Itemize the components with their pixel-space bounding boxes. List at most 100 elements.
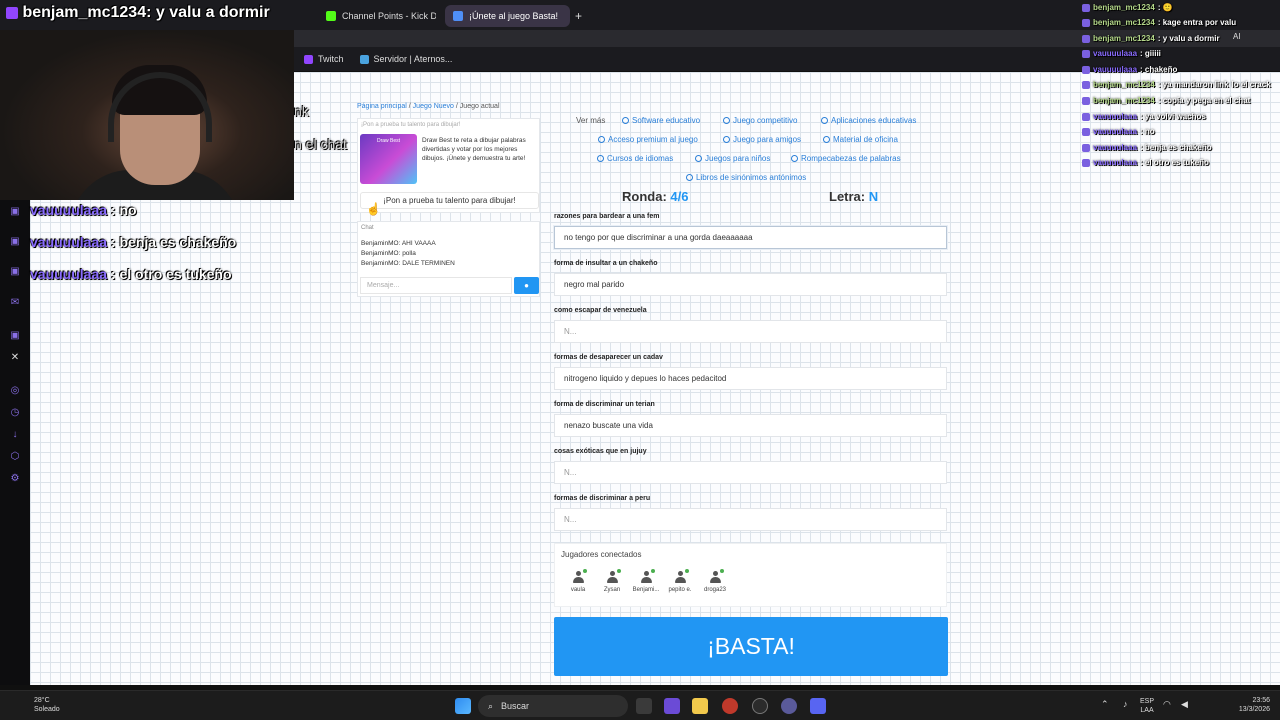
answer-input[interactable]: N... xyxy=(554,461,947,484)
chat-username: benjam_mc1234 xyxy=(1093,34,1155,43)
chat-text: polla xyxy=(402,250,416,257)
file-explorer-icon[interactable] xyxy=(692,698,708,714)
bookmark-label: Twitch xyxy=(318,54,344,64)
answer-input[interactable]: negro mal parido xyxy=(554,273,947,296)
weather-widget[interactable]: 28°C Soleado xyxy=(34,696,60,714)
twitch-icon[interactable]: ▣ xyxy=(9,330,21,342)
twitch-icon xyxy=(1082,3,1090,12)
partial-overlay-text: n el chat xyxy=(294,136,347,152)
settings-icon[interactable]: ⚙ xyxy=(9,473,21,485)
steam-icon[interactable] xyxy=(752,698,768,714)
letter-value: N xyxy=(868,189,879,204)
opera-icon[interactable] xyxy=(722,698,738,714)
link-item[interactable]: Aplicaciones educativas xyxy=(821,116,916,125)
chat-message-row: BenjaminMO: AHI VAAAA xyxy=(361,239,455,249)
mail-icon[interactable]: ✉ xyxy=(9,297,21,309)
x-icon[interactable]: ✕ xyxy=(9,352,21,364)
tab-basta-game[interactable]: ¡Únete al juego Basta! xyxy=(445,5,570,27)
letter-label: Letra: xyxy=(829,189,866,204)
answer-input[interactable]: nitrogeno liquido y depues lo haces peda… xyxy=(554,367,947,390)
chat-message: : el otro es tukeño xyxy=(1140,158,1209,167)
player-item: Benjami... xyxy=(631,569,661,593)
bookmark-aternos[interactable]: Servidor | Aternos... xyxy=(359,54,452,64)
player-name: Benjami... xyxy=(632,587,660,593)
volume-icon[interactable]: ◀ xyxy=(1181,700,1188,709)
twitch-icon xyxy=(1082,49,1090,58)
basta-button[interactable]: ¡BASTA! xyxy=(554,617,948,676)
chat-message: el otro es tukeño xyxy=(119,266,232,282)
link-item[interactable]: Juegos para niños xyxy=(695,154,770,163)
chat-message: : 🙂 xyxy=(1157,3,1173,12)
breadcrumb-home[interactable]: Página principal xyxy=(357,103,407,110)
user-icon xyxy=(674,569,689,583)
language-indicator[interactable]: ESP LAA xyxy=(1140,697,1154,715)
field-label: formas de desaparecer un cadav xyxy=(554,354,663,361)
chat-username: benjam_mc1234 xyxy=(1093,80,1155,89)
extension-icon[interactable]: ⬡ xyxy=(9,451,21,463)
user-icon xyxy=(709,569,724,583)
chat-username: vauuuulaaa xyxy=(30,234,108,250)
player-item: vaula xyxy=(563,569,593,593)
chat-message-row: BenjaminMO: DALE TERMINEN xyxy=(361,259,455,269)
chat-message: : ya volvi wachos xyxy=(1140,112,1206,121)
circle-icon[interactable]: ◎ xyxy=(9,385,21,397)
chat-sep: : xyxy=(107,234,120,250)
ad-image[interactable]: Draw Best xyxy=(360,134,417,184)
bookmark-twitch[interactable]: Twitch xyxy=(304,54,344,64)
players-panel: Jugadores conectados vaula Zysan Benjami… xyxy=(554,543,947,607)
screen: Channel Points - Kick Das ¡Únete al jueg… xyxy=(0,0,1280,720)
link-item[interactable]: Juego competitivo xyxy=(723,116,797,125)
twitch-icon xyxy=(1082,18,1090,27)
answer-input[interactable]: no tengo por que discriminar a una gorda… xyxy=(554,226,947,249)
answer-input[interactable]: N... xyxy=(554,508,947,531)
breadcrumb-current: Juego actual xyxy=(459,103,500,110)
new-tab-button[interactable]: + xyxy=(572,5,588,27)
download-icon[interactable]: ↓ xyxy=(9,429,21,441)
chat-username: vauuuulaaa xyxy=(1093,49,1138,58)
twitch-icon[interactable]: ▣ xyxy=(9,236,21,248)
twitch-icon xyxy=(1082,80,1090,89)
breadcrumb-new-game[interactable]: Juego Nuevo xyxy=(413,103,454,110)
app-icon[interactable] xyxy=(781,698,797,714)
twitch-icon xyxy=(1082,112,1090,121)
link-item[interactable]: Acceso premium al juego xyxy=(598,135,698,144)
link-item[interactable]: Libros de sinónimos antónimos xyxy=(686,173,806,182)
link-item[interactable]: Software educativo xyxy=(622,116,700,125)
chat-message-input[interactable]: Mensaje... xyxy=(360,277,512,294)
link-item[interactable]: Rompecabezas de palabras xyxy=(791,154,901,163)
answer-input[interactable]: nenazo buscate una vida xyxy=(554,414,947,437)
side-chat-line: benjam_mc1234: 🙂 xyxy=(1082,3,1173,12)
clock[interactable]: 23:56 13/3/2026 xyxy=(1228,696,1270,714)
discord-icon[interactable] xyxy=(810,698,826,714)
link-item[interactable]: Material de oficina xyxy=(823,135,898,144)
chat-username: benjam_mc1234 xyxy=(1093,96,1155,105)
see-more-label: Ver más xyxy=(576,116,606,125)
ai-button[interactable]: AI xyxy=(1233,32,1241,41)
wifi-icon[interactable]: ◠ xyxy=(1163,700,1171,709)
chat-sep: : xyxy=(107,266,120,282)
answer-input[interactable]: N... xyxy=(554,320,947,343)
kick-icon xyxy=(326,11,336,21)
chat-send-button[interactable]: ● xyxy=(514,277,539,294)
start-icon[interactable] xyxy=(455,698,471,714)
task-view-icon[interactable] xyxy=(636,698,652,714)
chat-username: vauuuulaaa xyxy=(30,202,108,218)
round-indicator: Ronda: 4/6 xyxy=(622,189,688,204)
send-icon: ● xyxy=(524,281,529,290)
twitch-icon[interactable]: ▣ xyxy=(9,266,21,278)
ad-button[interactable]: ¡Pon a prueba tu talento para dibujar! xyxy=(360,192,539,209)
side-chat-line: vauuuulaaa: giiiii xyxy=(1082,49,1161,58)
tab-label: ¡Únete al juego Basta! xyxy=(469,11,559,21)
chat-message: : no xyxy=(1140,127,1155,136)
side-chat-line: vauuuulaaa: no xyxy=(1082,127,1155,136)
chevron-up-icon[interactable]: ⌃ xyxy=(1101,700,1109,709)
app-icon[interactable] xyxy=(664,698,680,714)
taskbar-search[interactable]: ⌕ Buscar xyxy=(478,695,628,717)
microphone-icon[interactable]: ♪ xyxy=(1123,700,1128,709)
history-icon[interactable]: ◷ xyxy=(9,407,21,419)
tab-channel-points[interactable]: Channel Points - Kick Das xyxy=(318,5,436,27)
link-item[interactable]: Juego para amigos xyxy=(723,135,801,144)
chat-username: vauuuulaaa xyxy=(1093,158,1138,167)
link-item[interactable]: Cursos de idiomas xyxy=(597,154,673,163)
twitch-icon[interactable]: ▣ xyxy=(9,206,21,218)
